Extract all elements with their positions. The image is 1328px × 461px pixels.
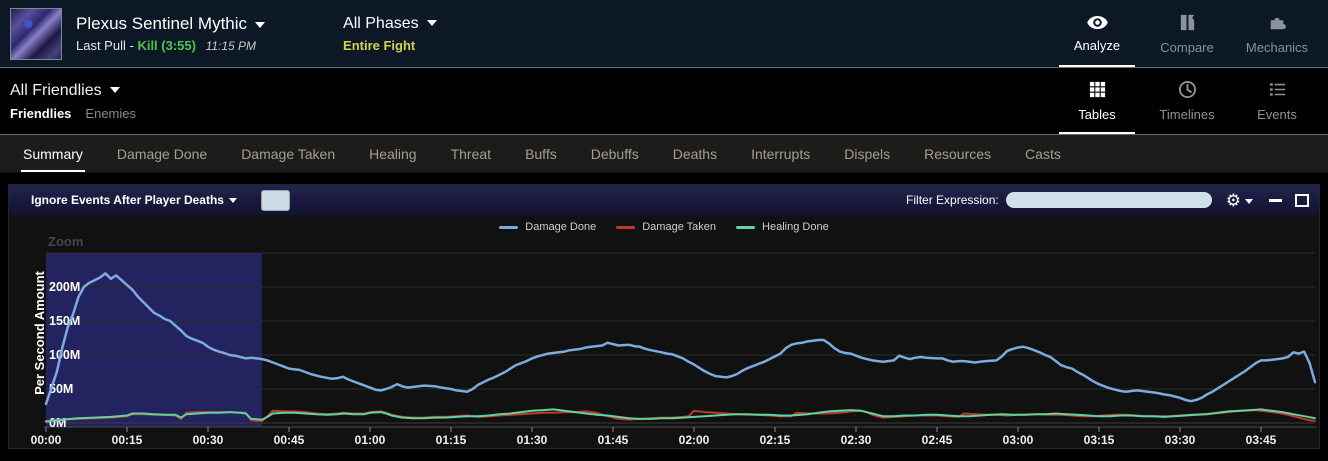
report-tab-strip: Summary Damage Done Damage Taken Healing Thr…	[0, 135, 1328, 173]
tab-damage-done[interactable]: Damage Done	[100, 135, 224, 172]
tab-casts[interactable]: Casts	[1008, 135, 1078, 172]
view-bar: All Friendlies Friendlies Enemies Tables…	[0, 68, 1328, 135]
chevron-down-icon	[228, 198, 237, 204]
chevron-down-icon	[426, 20, 437, 27]
x-tick-label: 00:45	[274, 433, 305, 447]
x-tick-label: 01:15	[436, 433, 467, 447]
phase-subtitle: Entire Fight	[343, 37, 416, 53]
y-axis-title: Per Second Amount	[32, 271, 47, 395]
friendlies-selector-label: All Friendlies	[10, 81, 102, 99]
gear-icon[interactable]: ⚙	[1226, 192, 1253, 209]
legend-swatch	[736, 225, 756, 229]
chevron-down-icon	[255, 21, 266, 28]
y-tick-label: 100M	[49, 348, 80, 362]
nav-label: Tables	[1078, 107, 1116, 122]
minimize-icon[interactable]	[1269, 198, 1282, 202]
tab-interrupts[interactable]: Interrupts	[734, 135, 827, 172]
x-tick-label: 02:15	[760, 433, 791, 447]
graph-panel-header: Ignore Events After Player Deaths Filter…	[9, 185, 1319, 215]
kill-result: Kill (3:55)	[137, 38, 196, 53]
legend-damage-done[interactable]: Damage Done	[499, 221, 596, 233]
nav-tables[interactable]: Tables	[1052, 68, 1142, 134]
nav-label: Timelines	[1159, 107, 1215, 122]
x-tick-label: 02:30	[841, 433, 872, 447]
ignore-deaths-label: Ignore Events After Player Deaths	[31, 193, 224, 207]
grid-icon	[1088, 80, 1107, 102]
filter-expression-label: Filter Expression:	[906, 193, 999, 207]
friendlies-selector[interactable]: All Friendlies	[10, 82, 136, 100]
x-tick-label: 01:00	[355, 433, 386, 447]
nav-compare[interactable]: Compare	[1142, 0, 1232, 67]
legend-healing-done[interactable]: Healing Done	[736, 221, 829, 233]
phase-title: All Phases	[343, 14, 419, 32]
tab-resources[interactable]: Resources	[907, 135, 1008, 172]
graph-area: Damage Done Damage Taken Healing Done Zoom…	[9, 215, 1319, 448]
x-tick-label: 03:45	[1246, 433, 1277, 447]
legend-label: Healing Done	[762, 221, 829, 233]
boss-portrait-icon[interactable]	[10, 7, 62, 60]
tab-deaths[interactable]: Deaths	[656, 135, 734, 172]
nav-label: Mechanics	[1245, 39, 1309, 55]
x-tick-label: 03:30	[1165, 433, 1196, 447]
tab-debuffs[interactable]: Debuffs	[574, 135, 656, 172]
x-tick-label: 02:45	[922, 433, 953, 447]
nav-label: Analyze	[1073, 37, 1121, 53]
last-pull-status: Last Pull - Kill (3:55) 11:15 PM	[76, 38, 265, 53]
y-tick-label: 0M	[49, 416, 66, 430]
top-bar: Plexus Sentinel Mythic Last Pull - Kill …	[0, 0, 1328, 68]
chevron-down-icon	[109, 87, 120, 94]
boss-selector[interactable]: Plexus Sentinel Mythic	[76, 14, 266, 34]
legend-label: Damage Taken	[642, 221, 717, 233]
tab-healing[interactable]: Healing	[352, 135, 433, 172]
tab-dispels[interactable]: Dispels	[827, 135, 907, 172]
ignore-deaths-dropdown[interactable]: Ignore Events After Player Deaths	[31, 193, 237, 207]
nav-label: Compare	[1160, 39, 1214, 55]
tab-damage-taken[interactable]: Damage Taken	[224, 135, 352, 172]
x-tick-label: 01:45	[598, 433, 629, 447]
boss-title: Plexus Sentinel Mythic	[76, 14, 248, 33]
x-tick-label: 00:00	[31, 433, 62, 447]
legend-swatch	[499, 225, 519, 229]
per-second-chart[interactable]: 00:00 00:15 00:30 00:45 01:00 01:15 01:30 01:45…	[9, 215, 1319, 448]
last-pull-label: Last Pull -	[76, 38, 134, 53]
tab-summary[interactable]: Summary	[6, 135, 100, 172]
nav-analyze[interactable]: Analyze	[1052, 0, 1142, 67]
puzzle-icon	[1268, 13, 1287, 35]
y-tick-label: 150M	[49, 314, 80, 328]
tab-buffs[interactable]: Buffs	[508, 135, 574, 172]
y-tick-label: 200M	[49, 280, 80, 294]
filter-expression-input[interactable]	[1005, 192, 1212, 208]
eye-icon	[1086, 15, 1109, 33]
subtab-enemies[interactable]: Enemies	[85, 106, 136, 121]
chart-legend: Damage Done Damage Taken Healing Done	[9, 221, 1319, 233]
x-tick-label: 01:30	[517, 433, 548, 447]
summary-graph-panel: Ignore Events After Player Deaths Filter…	[8, 184, 1320, 449]
x-tick-label: 00:30	[193, 433, 224, 447]
chevron-down-icon	[1245, 198, 1253, 204]
legend-damage-taken[interactable]: Damage Taken	[616, 221, 716, 233]
legend-swatch	[616, 225, 636, 229]
subtab-friendlies[interactable]: Friendlies	[10, 106, 71, 121]
list-icon	[1268, 80, 1287, 102]
x-tick-label: 03:15	[1084, 433, 1115, 447]
pull-time: 11:15 PM	[205, 39, 257, 53]
compare-icon	[1178, 13, 1197, 35]
clock-icon	[1178, 80, 1197, 102]
nav-label: Events	[1257, 107, 1297, 122]
nav-timelines[interactable]: Timelines	[1142, 68, 1232, 134]
x-tick-label: 03:00	[1003, 433, 1034, 447]
graph-options-button[interactable]	[260, 189, 290, 211]
legend-label: Damage Done	[525, 221, 597, 233]
maximize-icon[interactable]	[1295, 193, 1309, 207]
view-mode-nav: Tables Timelines Events	[1052, 68, 1322, 134]
nav-mechanics[interactable]: Mechanics	[1232, 0, 1322, 67]
x-tick-label: 00:15	[112, 433, 143, 447]
zoom-label: Zoom	[48, 234, 84, 249]
tab-threat[interactable]: Threat	[434, 135, 508, 172]
x-tick-label: 02:00	[679, 433, 710, 447]
analysis-mode-nav: Analyze Compare Mechanics	[1052, 0, 1322, 67]
phase-selector[interactable]: All Phases	[343, 15, 437, 33]
nav-events[interactable]: Events	[1232, 68, 1322, 134]
